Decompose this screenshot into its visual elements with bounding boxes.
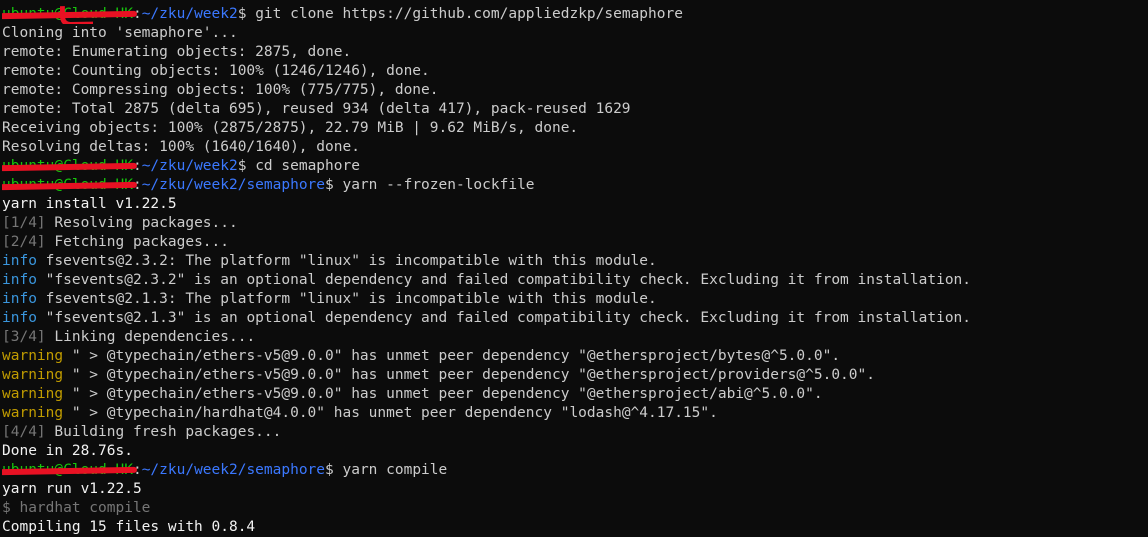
terminal-line: ubuntu@Cloud-HK:~/zku/week2/semaphore$ y…	[2, 461, 1146, 480]
terminal-line: [2/4] Fetching packages...	[2, 233, 1146, 252]
warning-text: " > @typechain/ethers-v5@9.0.0" has unme…	[71, 386, 823, 402]
prompt-user: ubuntu@Cloud-HK	[2, 158, 137, 174]
prompt-command: cd semaphore	[255, 158, 360, 174]
output-text: Cloning into 'semaphore'...	[2, 25, 238, 41]
terminal-line: info "fsevents@2.1.3" is an optional dep…	[2, 309, 1146, 328]
step-text: Linking dependencies...	[54, 329, 256, 345]
warning-tag: warning	[2, 386, 64, 402]
terminal-line: warning " > @typechain/ethers-v5@9.0.0" …	[2, 385, 1146, 404]
step-indicator: [3/4]	[2, 329, 46, 345]
terminal-line: Receiving objects: 100% (2875/2875), 22.…	[2, 119, 1146, 138]
terminal-line: remote: Counting objects: 100% (1246/124…	[2, 62, 1146, 81]
terminal-output[interactable]: ubuntu@Cloud-HK:~/zku/week2$ git clone h…	[2, 5, 1146, 537]
terminal-line: Cloning into 'semaphore'...	[2, 24, 1146, 43]
step-text: Resolving packages...	[54, 215, 238, 231]
terminal-line: [1/4] Resolving packages...	[2, 214, 1146, 233]
step-indicator: [2/4]	[2, 234, 46, 250]
output-text: remote: Total 2875 (delta 695), reused 9…	[2, 101, 631, 117]
terminal-line: remote: Total 2875 (delta 695), reused 9…	[2, 100, 1146, 119]
output-text: $ hardhat compile	[2, 500, 151, 516]
info-tag: info	[2, 291, 37, 307]
terminal-line: ubuntu@Cloud-HK:~/zku/week2$ git clone h…	[2, 5, 1146, 24]
prompt-user: ubuntu@Cloud-HK	[2, 462, 137, 478]
output-text: Receiving objects: 100% (2875/2875), 22.…	[2, 120, 579, 136]
info-text: fsevents@2.3.2: The platform "linux" is …	[45, 253, 657, 269]
info-text: fsevents@2.1.3: The platform "linux" is …	[45, 291, 657, 307]
terminal-line: info fsevents@2.1.3: The platform "linux…	[2, 290, 1146, 309]
terminal-line: info "fsevents@2.3.2" is an optional dep…	[2, 271, 1146, 290]
warning-text: " > @typechain/ethers-v5@9.0.0" has unme…	[71, 348, 841, 364]
step-text: Fetching packages...	[54, 234, 229, 250]
terminal-line: warning " > @typechain/ethers-v5@9.0.0" …	[2, 347, 1146, 366]
output-text: yarn run v1.22.5	[2, 481, 142, 497]
terminal-line: ubuntu@Cloud-HK:~/zku/week2/semaphore$ y…	[2, 176, 1146, 195]
terminal-line: info fsevents@2.3.2: The platform "linux…	[2, 252, 1146, 271]
info-tag: info	[2, 310, 37, 326]
prompt-cwd: ~/zku/week2/semaphore	[141, 462, 326, 478]
output-text: remote: Compressing objects: 100% (775/7…	[2, 82, 439, 98]
terminal-line: warning " > @typechain/hardhat@4.0.0" ha…	[2, 404, 1146, 423]
redaction-mark	[2, 10, 137, 20]
warning-tag: warning	[2, 367, 64, 383]
redaction-mark	[2, 466, 137, 476]
output-text: Resolving deltas: 100% (1640/1640), done…	[2, 139, 360, 155]
prompt-cwd: ~/zku/week2	[141, 158, 238, 174]
terminal-line: $ hardhat compile	[2, 499, 1146, 518]
terminal-line: remote: Compressing objects: 100% (775/7…	[2, 81, 1146, 100]
step-indicator: [1/4]	[2, 215, 46, 231]
output-text: Compiling 15 files with 0.8.4	[2, 519, 256, 535]
terminal-line: warning " > @typechain/ethers-v5@9.0.0" …	[2, 366, 1146, 385]
step-text: Building fresh packages...	[54, 424, 282, 440]
terminal-line: [4/4] Building fresh packages...	[2, 423, 1146, 442]
info-tag: info	[2, 272, 37, 288]
prompt-cwd: ~/zku/week2	[141, 6, 238, 22]
warning-text: " > @typechain/hardhat@4.0.0" has unmet …	[71, 405, 718, 421]
terminal-line: ubuntu@Cloud-HK:~/zku/week2$ cd semaphor…	[2, 157, 1146, 176]
terminal-line: yarn install v1.22.5	[2, 195, 1146, 214]
terminal-line: [3/4] Linking dependencies...	[2, 328, 1146, 347]
terminal-line: remote: Enumerating objects: 2875, done.	[2, 43, 1146, 62]
info-tag: info	[2, 253, 37, 269]
prompt-command: yarn compile	[342, 462, 448, 478]
warning-tag: warning	[2, 348, 64, 364]
prompt-command: git clone https://github.com/appliedzkp/…	[255, 6, 683, 22]
output-text: yarn install v1.22.5	[2, 196, 177, 212]
prompt-user: ubuntu@Cloud-HK	[2, 177, 137, 193]
prompt-cwd: ~/zku/week2/semaphore	[141, 177, 326, 193]
output-text: remote: Counting objects: 100% (1246/124…	[2, 63, 430, 79]
terminal-line: Done in 28.76s.	[2, 442, 1146, 461]
warning-text: " > @typechain/ethers-v5@9.0.0" has unme…	[71, 367, 875, 383]
prompt-command: yarn --frozen-lockfile	[342, 177, 535, 193]
redaction-mark	[2, 181, 137, 191]
info-text: "fsevents@2.3.2" is an optional dependen…	[45, 272, 972, 288]
info-text: "fsevents@2.1.3" is an optional dependen…	[45, 310, 972, 326]
output-text: Done in 28.76s.	[2, 443, 133, 459]
terminal-line: Compiling 15 files with 0.8.4	[2, 518, 1146, 537]
prompt-user: ubuntu@Cloud-HK	[2, 6, 137, 22]
warning-tag: warning	[2, 405, 64, 421]
step-indicator: [4/4]	[2, 424, 46, 440]
output-text: remote: Enumerating objects: 2875, done.	[2, 44, 352, 60]
redaction-mark	[2, 162, 137, 172]
terminal-line: yarn run v1.22.5	[2, 480, 1146, 499]
terminal-line: Resolving deltas: 100% (1640/1640), done…	[2, 138, 1146, 157]
